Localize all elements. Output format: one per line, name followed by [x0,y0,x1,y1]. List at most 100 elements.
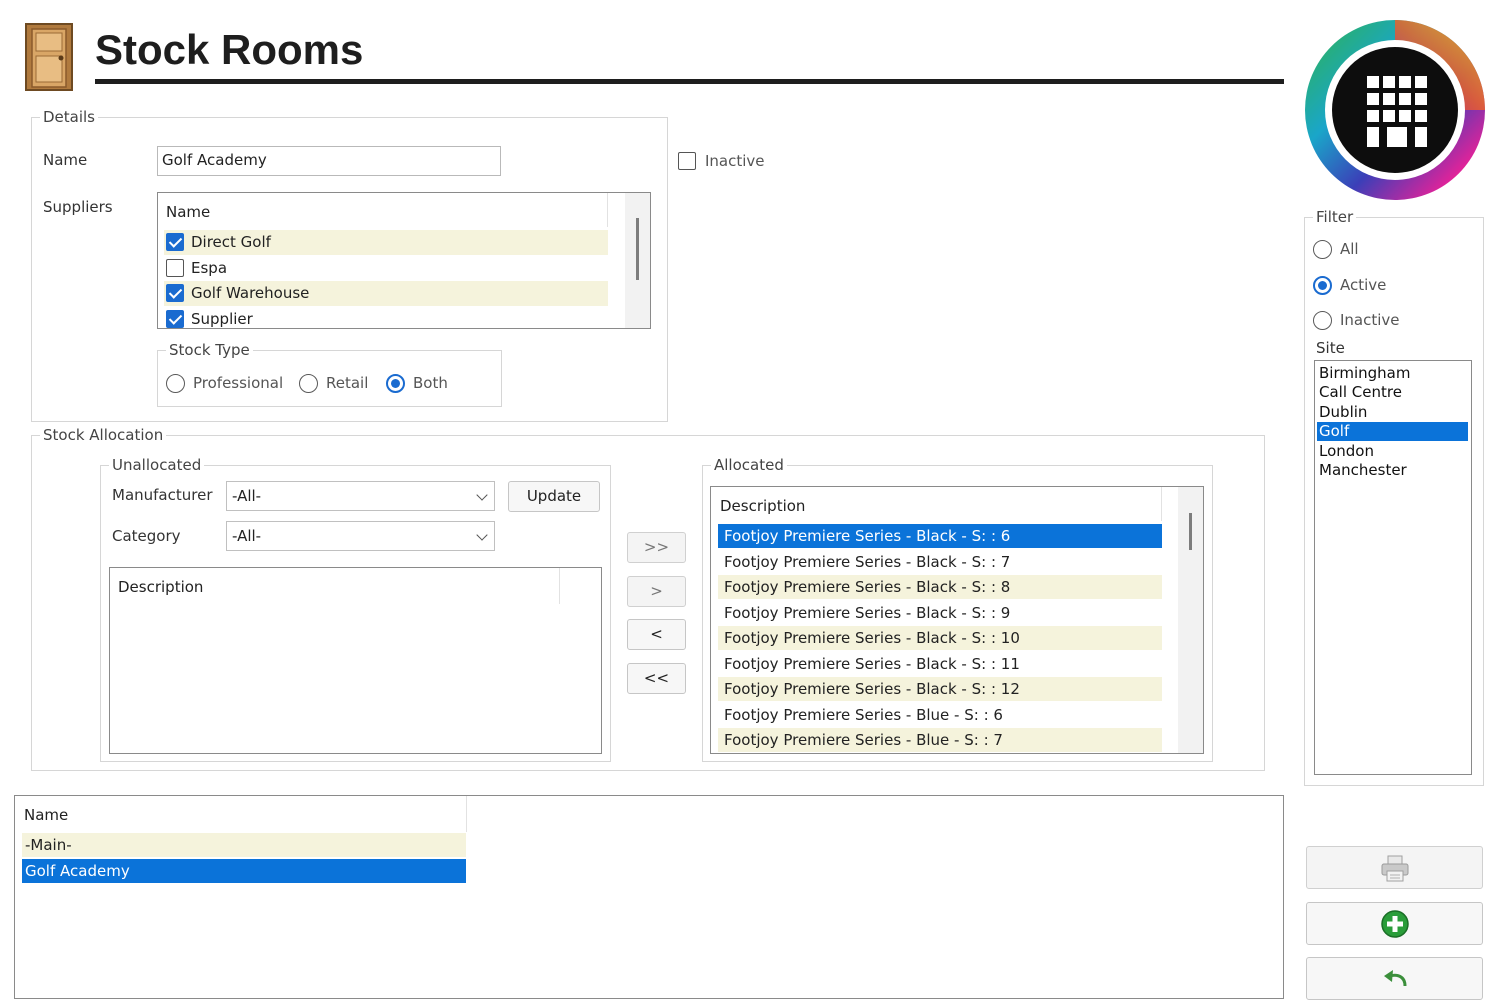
stock-room-row[interactable]: -Main- [22,833,466,857]
title-divider [95,79,1284,84]
category-select-value: -All- [232,527,262,545]
manufacturer-select-value: -All- [232,487,262,505]
suppliers-scroll-thumb[interactable] [636,218,639,280]
filter-active[interactable]: Active [1312,275,1422,297]
stock-type-both[interactable]: Both [385,373,465,395]
radio-both-label: Both [413,374,448,392]
stock-type-retail[interactable]: Retail [298,373,378,395]
site-item[interactable]: Birmingham [1317,364,1468,383]
undo-button[interactable] [1306,957,1483,1000]
suppliers-label: Suppliers [43,198,113,216]
radio-filter-inactive-label: Inactive [1340,311,1400,329]
radio-filter-all[interactable] [1313,240,1332,259]
page-title: Stock Rooms [95,26,364,73]
site-item[interactable]: Call Centre [1317,383,1468,402]
suppliers-list[interactable]: Name Direct Golf Espa Golf Warehouse Sup… [157,192,651,329]
supplier-row[interactable]: Espa [164,256,608,281]
site-item[interactable]: Manchester [1317,461,1468,480]
inactive-checkbox[interactable]: Inactive [677,151,787,173]
supplier-row[interactable]: Direct Golf [164,230,608,255]
site-list[interactable]: Birmingham Call Centre Dublin Golf Londo… [1314,360,1472,775]
supplier-name: Direct Golf [191,233,271,251]
radio-filter-active-label: Active [1340,276,1387,294]
unallocated-list[interactable]: Description [109,567,602,754]
allocated-row[interactable]: Footjoy Premiere Series - Black - S: : 8 [718,575,1162,599]
radio-filter-active[interactable] [1313,276,1332,295]
radio-retail-label: Retail [326,374,369,392]
printer-icon [1379,854,1411,888]
radio-professional-label: Professional [193,374,284,392]
filter-all[interactable]: All [1312,239,1422,261]
stock-type-professional[interactable]: Professional [165,373,285,395]
undo-icon [1381,966,1411,996]
site-item[interactable]: London [1317,442,1468,461]
site-label: Site [1316,339,1345,357]
manufacturer-label: Manufacturer [112,486,213,504]
suppliers-header-divider [607,193,608,227]
supplier-row[interactable]: Golf Warehouse [164,281,608,306]
allocated-row[interactable]: Footjoy Premiere Series - Black - S: : 1… [718,652,1162,676]
allocated-row[interactable]: Footjoy Premiere Series - Blue - S: : 7 [718,728,1162,752]
stock-room-door-icon [24,22,74,92]
supplier-checkbox[interactable] [166,233,184,251]
stock-type-legend: Stock Type [169,341,250,359]
supplier-name: Supplier [191,310,253,328]
site-item[interactable]: Dublin [1317,403,1468,422]
allocated-list[interactable]: Description Footjoy Premiere Series - Bl… [710,486,1204,754]
allocated-row[interactable]: Footjoy Premiere Series - Blue - S: : 6 [718,703,1162,727]
supplier-checkbox[interactable] [166,259,184,277]
allocated-scroll-thumb[interactable] [1189,513,1192,550]
inactive-checkbox-label: Inactive [705,152,765,170]
allocated-row[interactable]: Footjoy Premiere Series - Black - S: : 1… [718,677,1162,701]
stock-rooms-list[interactable]: Name -Main- Golf Academy [14,795,1284,999]
manufacturer-select[interactable]: -All- [226,481,495,511]
add-button[interactable] [1306,902,1483,945]
unallocated-header-divider [559,568,560,604]
supplier-name: Espa [191,259,228,277]
radio-both[interactable] [386,374,405,393]
chevron-down-icon [476,489,488,501]
app-logo [1303,18,1487,202]
allocated-row[interactable]: Footjoy Premiere Series - Black - S: : 1… [718,626,1162,650]
stock-rooms-list-header: Name [24,806,69,824]
allocated-list-header: Description [720,497,806,515]
allocated-legend: Allocated [714,456,784,474]
radio-retail[interactable] [299,374,318,393]
chevron-down-icon [476,529,488,541]
move-all-left-button[interactable]: << [627,663,686,694]
site-item[interactable]: Golf [1317,422,1468,441]
supplier-name: Golf Warehouse [191,284,310,302]
allocated-scrollbar[interactable] [1178,487,1203,753]
details-legend: Details [43,108,96,126]
unallocated-legend: Unallocated [112,456,202,474]
inactive-checkbox-box[interactable] [678,152,696,170]
allocated-row[interactable]: Footjoy Premiere Series - Black - S: : 9 [718,601,1162,625]
category-label: Category [112,527,181,545]
allocated-row[interactable]: Footjoy Premiere Series - Black - S: : 6 [718,524,1162,548]
unallocated-list-header: Description [118,578,204,596]
category-select[interactable]: -All- [226,521,495,551]
radio-filter-inactive[interactable] [1313,311,1332,330]
stock-rooms-header-divider [466,796,467,832]
suppliers-header: Name [166,203,211,221]
stock-room-row[interactable]: Golf Academy [22,859,466,883]
supplier-checkbox[interactable] [166,284,184,302]
filter-legend: Filter [1316,208,1354,226]
radio-filter-all-label: All [1340,240,1359,258]
supplier-row[interactable]: Supplier [164,307,608,328]
update-button[interactable]: Update [508,481,600,512]
name-label: Name [43,151,88,169]
allocated-row[interactable]: Footjoy Premiere Series - Black - S: : 7 [718,550,1162,574]
move-left-button[interactable]: < [627,619,686,650]
add-icon [1380,909,1410,943]
radio-professional[interactable] [166,374,185,393]
stock-allocation-legend: Stock Allocation [43,426,164,444]
suppliers-scrollbar[interactable] [625,193,650,328]
move-right-button[interactable]: > [627,576,686,607]
name-input[interactable]: Golf Academy [157,146,501,176]
filter-inactive[interactable]: Inactive [1312,310,1422,332]
print-button[interactable] [1306,846,1483,889]
supplier-checkbox[interactable] [166,310,184,328]
allocated-header-divider [1161,487,1162,521]
move-all-right-button[interactable]: >> [627,532,686,563]
